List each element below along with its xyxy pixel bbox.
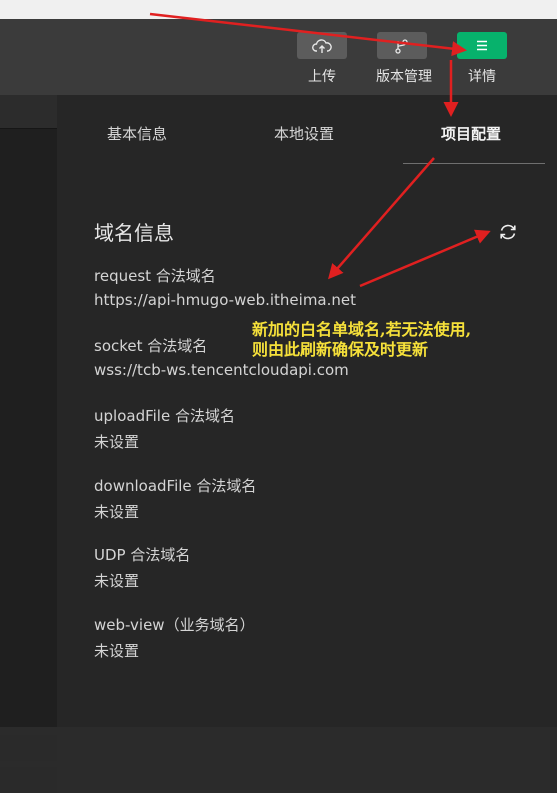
details-button[interactable]: [457, 32, 507, 59]
webview-domain-label: web-view（业务域名）: [94, 616, 255, 634]
left-pane-header: [0, 95, 57, 129]
domain-info-title: 域名信息: [94, 221, 174, 245]
window-top-strip: [0, 0, 557, 19]
toolbar: 上传 版本管理 详情: [0, 19, 557, 95]
upload-tool[interactable]: 上传: [296, 32, 348, 86]
upload-button[interactable]: [297, 32, 347, 59]
downloadfile-domain-label: downloadFile 合法域名: [94, 477, 257, 495]
udp-domain-value: 未设置: [94, 572, 140, 590]
branch-icon: [395, 38, 408, 54]
webview-domain-value: 未设置: [94, 642, 140, 660]
udp-domain-label: UDP 合法域名: [94, 546, 191, 564]
version-tool[interactable]: 版本管理: [376, 32, 432, 86]
details-label: 详情: [468, 69, 496, 85]
uploadfile-domain-value: 未设置: [94, 433, 140, 451]
socket-domain-label: socket 合法域名: [94, 337, 208, 355]
details-tool[interactable]: 详情: [456, 32, 508, 86]
downloadfile-domain-value: 未设置: [94, 503, 140, 521]
refresh-icon[interactable]: [498, 222, 518, 242]
tab-project-config[interactable]: 项目配置: [441, 123, 501, 144]
annotation-line-1: 新加的白名单域名,若无法使用,: [252, 320, 472, 339]
active-tab-indicator: [403, 163, 545, 164]
details-tabs: 基本信息 本地设置 项目配置: [57, 95, 557, 165]
upload-label: 上传: [308, 69, 336, 85]
tab-basic-info[interactable]: 基本信息: [107, 123, 167, 144]
left-pane-row: [0, 767, 57, 793]
editor-left-pane: [0, 95, 57, 793]
annotation-line-2: 则由此刷新确保及时更新: [252, 340, 429, 359]
request-domain-value: https://api-hmugo-web.itheima.net: [94, 291, 357, 309]
annotation-note: 新加的白名单域名,若无法使用, 则由此刷新确保及时更新: [252, 320, 471, 360]
uploadfile-domain-label: uploadFile 合法域名: [94, 407, 235, 425]
socket-domain-value: wss://tcb-ws.tencentcloudapi.com: [94, 361, 349, 379]
request-domain-label: request 合法域名: [94, 267, 216, 285]
left-pane-row: [0, 735, 57, 761]
tab-local-settings[interactable]: 本地设置: [274, 123, 334, 144]
cloud-upload-icon: [312, 38, 332, 53]
menu-icon: [477, 40, 487, 51]
version-manage-label: 版本管理: [376, 69, 432, 85]
details-panel: 基本信息 本地设置 项目配置 域名信息 request 合法域名 https:/…: [57, 95, 557, 727]
version-manage-button[interactable]: [377, 32, 427, 59]
